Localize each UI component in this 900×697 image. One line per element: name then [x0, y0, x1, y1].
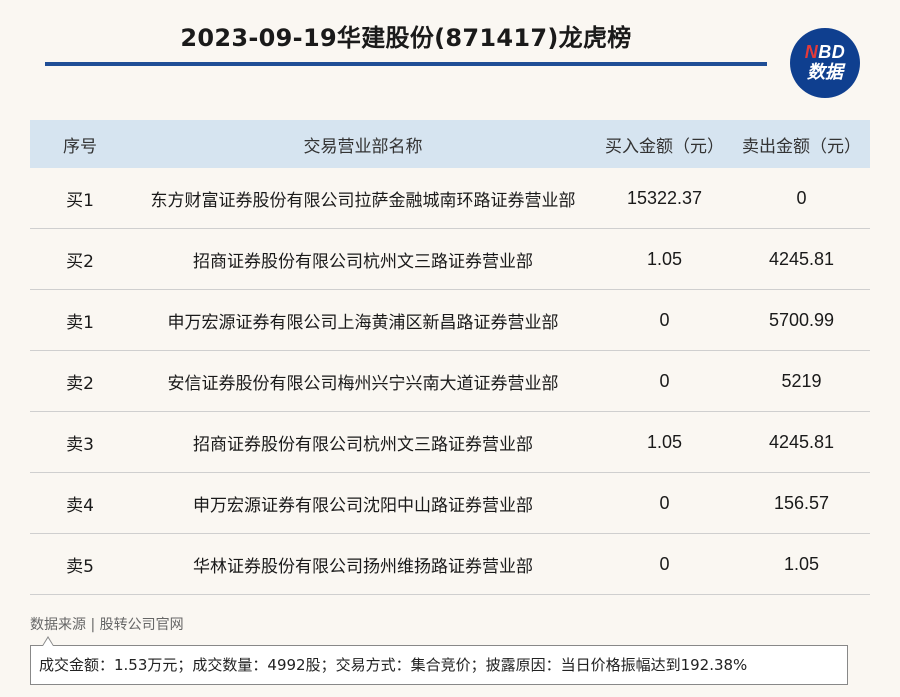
dragon-tiger-table: 序号 交易营业部名称 买入金额（元） 卖出金额（元） 买1 东方财富证券股份有限…: [30, 120, 870, 595]
cell-seq: 买1: [30, 168, 130, 229]
cell-buy: 0: [596, 350, 733, 412]
cell-seq: 卖4: [30, 472, 130, 534]
cell-name: 招商证券股份有限公司杭州文三路证券营业部: [130, 411, 596, 473]
logo-text-bottom: 数据: [807, 62, 843, 82]
cell-buy: 0: [596, 533, 733, 595]
cell-sell: 1.05: [733, 533, 870, 595]
cell-name: 东方财富证券股份有限公司拉萨金融城南环路证券营业部: [130, 168, 596, 229]
cell-sell: 5219: [733, 350, 870, 412]
cell-name: 安信证券股份有限公司梅州兴宁兴南大道证券营业部: [130, 350, 596, 412]
table-row: 卖3 招商证券股份有限公司杭州文三路证券营业部 1.05 4245.81: [30, 411, 870, 473]
trade-summary-box: 成交金额：1.53万元；成交数量：4992股；交易方式：集合竞价；披露原因：当日…: [30, 645, 848, 685]
cell-buy: 0: [596, 289, 733, 351]
table-row: 卖1 申万宏源证券有限公司上海黄浦区新昌路证券营业部 0 5700.99: [30, 289, 870, 351]
data-source-note: 数据来源 | 股转公司官网: [30, 617, 184, 633]
cell-buy: 0: [596, 472, 733, 534]
cell-name: 招商证券股份有限公司杭州文三路证券营业部: [130, 228, 596, 290]
logo-letters-bd: BD: [818, 42, 846, 62]
table-header-row: 序号 交易营业部名称 买入金额（元） 卖出金额（元）: [30, 120, 870, 168]
cell-sell: 4245.81: [733, 228, 870, 290]
cell-name: 申万宏源证券有限公司上海黄浦区新昌路证券营业部: [130, 289, 596, 351]
cell-buy: 1.05: [596, 411, 733, 473]
table-row: 卖2 安信证券股份有限公司梅州兴宁兴南大道证券营业部 0 5219: [30, 350, 870, 412]
column-header-name: 交易营业部名称: [130, 120, 596, 168]
cell-seq: 卖3: [30, 411, 130, 473]
table-row: 买1 东方财富证券股份有限公司拉萨金融城南环路证券营业部 15322.37 0: [30, 168, 870, 229]
cell-sell: 0: [733, 168, 870, 229]
logo-text-top: NBD: [805, 43, 846, 61]
table-row: 买2 招商证券股份有限公司杭州文三路证券营业部 1.05 4245.81: [30, 228, 870, 290]
table-row: 卖4 申万宏源证券有限公司沈阳中山路证券营业部 0 156.57: [30, 472, 870, 534]
cell-seq: 卖1: [30, 289, 130, 351]
cell-sell: 4245.81: [733, 411, 870, 473]
logo-letter-n: N: [804, 42, 819, 62]
cell-seq: 卖2: [30, 350, 130, 412]
title-underline: [45, 62, 767, 66]
cell-name: 华林证券股份有限公司扬州维扬路证券营业部: [130, 533, 596, 595]
cell-name: 申万宏源证券有限公司沈阳中山路证券营业部: [130, 472, 596, 534]
page-title: 2023-09-19华建股份(871417)龙虎榜: [180, 24, 632, 52]
cell-buy: 15322.37: [596, 168, 733, 229]
cell-seq: 卖5: [30, 533, 130, 595]
nbd-logo: NBD 数据: [790, 28, 860, 98]
column-header-seq: 序号: [30, 120, 130, 168]
table-row: 卖5 华林证券股份有限公司扬州维扬路证券营业部 0 1.05: [30, 533, 870, 595]
cell-buy: 1.05: [596, 228, 733, 290]
cell-seq: 买2: [30, 228, 130, 290]
callout-pointer-fill: [43, 638, 53, 646]
cell-sell: 156.57: [733, 472, 870, 534]
cell-sell: 5700.99: [733, 289, 870, 351]
column-header-buy: 买入金额（元）: [596, 120, 733, 168]
column-header-sell: 卖出金额（元）: [733, 120, 870, 168]
